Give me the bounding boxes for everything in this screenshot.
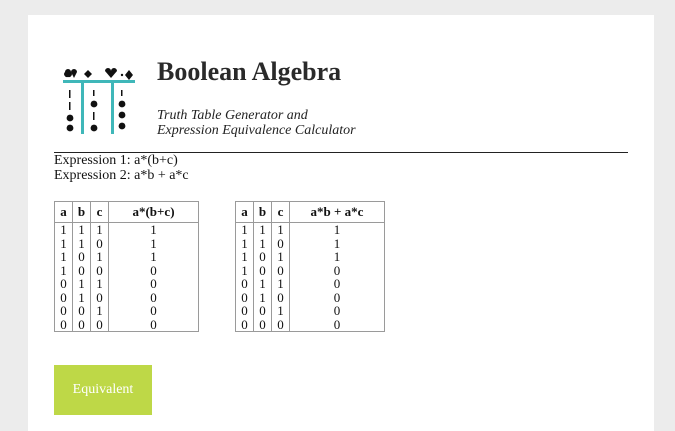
- table-cell: 1: [333, 235, 341, 251]
- table-cell: 0: [333, 303, 341, 318]
- table-column: 11100000: [289, 222, 385, 332]
- table-cell: 0: [333, 262, 341, 278]
- expressions-block: Expression 1: a*(b+c) Expression 2: a*b …: [54, 153, 189, 183]
- table-cell: 1: [78, 289, 85, 305]
- equivalent-result-button[interactable]: Equivalent: [54, 365, 152, 415]
- truth-table-1: a b c a*(b+c) 11110000 11001100 10101010…: [54, 201, 199, 332]
- table-cell: 1: [96, 222, 103, 237]
- table-cell: 1: [60, 235, 67, 251]
- table-cell: 1: [96, 249, 103, 264]
- table-cell: 1: [277, 303, 284, 318]
- table-cell: 0: [150, 289, 157, 305]
- table-cell: 0: [60, 316, 67, 332]
- table-column: 11110000: [54, 222, 73, 332]
- table-cell: 0: [333, 276, 341, 291]
- table-cell: 0: [150, 276, 157, 291]
- table-header-cell: b: [253, 201, 272, 223]
- table-cell: 0: [78, 316, 85, 332]
- table-column: 11001100: [253, 222, 272, 332]
- table-column: 11110000: [235, 222, 254, 332]
- table-column: 10101010: [90, 222, 109, 332]
- table-cell: 0: [259, 249, 266, 264]
- table-cell: 0: [60, 276, 67, 291]
- expression-1-text: Expression 1: a*(b+c): [54, 153, 178, 168]
- table-header-cell: c: [271, 201, 290, 223]
- table-cell: 1: [241, 262, 248, 278]
- table-cell: 1: [241, 235, 248, 251]
- table-cell: 0: [277, 262, 284, 278]
- table-cell: 0: [150, 316, 157, 332]
- subtitle-line-2: Expression Equivalence Calculator: [157, 123, 356, 138]
- table-header-cell: a*b + a*c: [289, 201, 385, 223]
- table-cell: 1: [150, 222, 157, 237]
- table-cell: 1: [78, 235, 85, 251]
- table-cell: 0: [60, 303, 67, 318]
- truth-table-2-header-row: a b c a*b + a*c: [235, 201, 385, 223]
- table-cell: 0: [96, 289, 103, 305]
- table-cell: 1: [241, 222, 248, 237]
- truth-table-2-body: 11110000 11001100 10101010 11100000: [235, 222, 385, 332]
- table-cell: 1: [333, 222, 341, 237]
- table-cell: 0: [150, 262, 157, 278]
- table-cell: 0: [96, 235, 103, 251]
- truth-table-2: a b c a*b + a*c 11110000 11001100 101010…: [235, 201, 385, 332]
- table-cell: 1: [150, 249, 157, 264]
- table-cell: 1: [259, 235, 266, 251]
- truth-table-1-header-row: a b c a*(b+c): [54, 201, 199, 223]
- table-cell: 0: [277, 235, 284, 251]
- table-cell: 0: [241, 276, 248, 291]
- table-cell: 1: [78, 276, 85, 291]
- table-cell: 0: [78, 262, 85, 278]
- table-cell: 1: [277, 249, 284, 264]
- table-cell: 1: [277, 276, 284, 291]
- table-header-cell: a*(b+c): [108, 201, 199, 223]
- table-cell: 1: [150, 235, 157, 251]
- table-cell: 1: [259, 289, 266, 305]
- page-subtitle: Truth Table Generator and Expression Equ…: [157, 108, 356, 138]
- truth-table-1-body: 11110000 11001100 10101010 11100000: [54, 222, 199, 332]
- table-column: 11001100: [72, 222, 91, 332]
- table-cell: 0: [277, 316, 284, 332]
- table-cell: 1: [78, 222, 85, 237]
- table-cell: 0: [96, 316, 103, 332]
- table-column: 11100000: [108, 222, 199, 332]
- table-cell: 0: [277, 289, 284, 305]
- page-title: Boolean Algebra: [157, 57, 342, 86]
- table-cell: 1: [60, 222, 67, 237]
- table-cell: 1: [60, 262, 67, 278]
- table-cell: 0: [78, 249, 85, 264]
- table-cell: 1: [259, 276, 266, 291]
- table-cell: 1: [96, 303, 103, 318]
- subtitle-line-1: Truth Table Generator and: [157, 108, 308, 123]
- table-cell: 0: [333, 316, 341, 332]
- table-cell: 0: [241, 303, 248, 318]
- table-cell: 1: [277, 222, 284, 237]
- table-cell: 0: [259, 316, 266, 332]
- table-cell: 0: [96, 262, 103, 278]
- table-cell: 0: [259, 262, 266, 278]
- table-cell: 0: [241, 316, 248, 332]
- table-header-cell: a: [235, 201, 254, 223]
- table-cell: 0: [78, 303, 85, 318]
- table-column: 10101010: [271, 222, 290, 332]
- table-cell: 0: [333, 289, 341, 305]
- table-cell: 1: [333, 249, 341, 264]
- table-header-cell: c: [90, 201, 109, 223]
- expression-2-text: Expression 2: a*b + a*c: [54, 168, 189, 183]
- table-header-cell: b: [72, 201, 91, 223]
- table-cell: 1: [241, 249, 248, 264]
- table-cell: 0: [60, 289, 67, 305]
- table-cell: 0: [259, 303, 266, 318]
- table-cell: 0: [150, 303, 157, 318]
- table-cell: 1: [259, 222, 266, 237]
- boolean-algebra-logo: [63, 68, 135, 134]
- table-cell: 0: [241, 289, 248, 305]
- table-cell: 1: [60, 249, 67, 264]
- table-header-cell: a: [54, 201, 73, 223]
- table-cell: 1: [96, 276, 103, 291]
